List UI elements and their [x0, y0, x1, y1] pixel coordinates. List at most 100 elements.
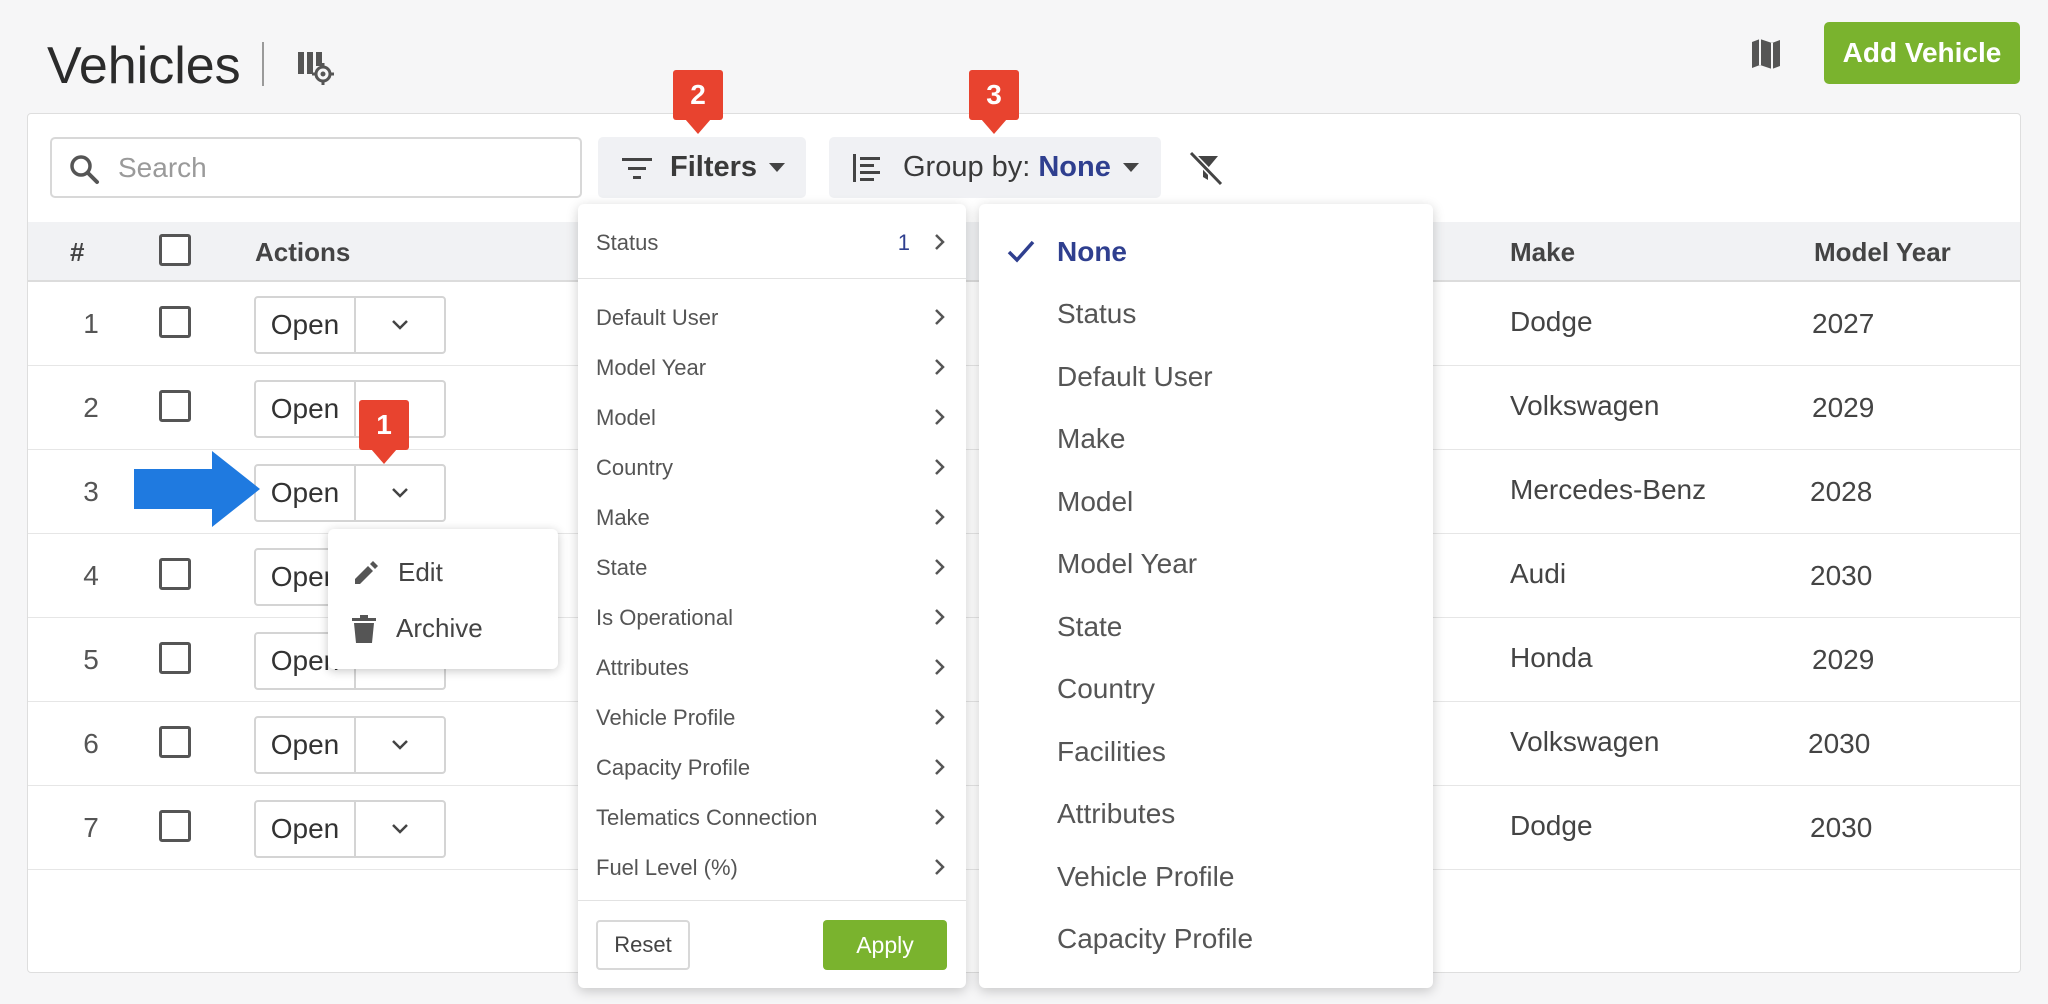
make-cell: Mercedes-Benz	[1510, 474, 1707, 505]
model-year-cell: 2030	[1810, 560, 1873, 591]
open-button[interactable]: Open	[256, 718, 356, 772]
group-option[interactable]: Attributes	[1057, 798, 1175, 830]
chevron-right-icon	[935, 609, 945, 625]
group-by-value: None	[1038, 151, 1111, 183]
chevron-down-icon	[392, 488, 408, 498]
chevron-right-icon	[935, 809, 945, 825]
make-cell: Honda	[1510, 642, 1593, 673]
chevron-right-icon	[935, 359, 945, 375]
row-actions-dropdown[interactable]	[356, 298, 444, 352]
page-title: Vehicles	[47, 37, 241, 95]
row-number: 6	[83, 728, 99, 759]
chevron-right-icon	[935, 234, 945, 250]
open-button[interactable]: Open	[256, 382, 356, 436]
row-checkbox[interactable]	[159, 726, 191, 758]
row-actions-group: Open	[254, 800, 446, 858]
menu-item-edit[interactable]: Edit	[352, 557, 443, 588]
menu-item-archive[interactable]: Archive	[352, 613, 483, 644]
row-checkbox[interactable]	[159, 642, 191, 674]
group-option[interactable]: Vehicle Profile	[1057, 861, 1234, 893]
filter-item[interactable]: Is Operational	[596, 598, 946, 638]
group-option[interactable]: State	[1057, 611, 1122, 643]
group-option[interactable]: Facilities	[1057, 736, 1166, 768]
group-option[interactable]: Status	[1057, 298, 1136, 330]
search-box[interactable]	[50, 137, 582, 198]
filter-item[interactable]: Vehicle Profile	[596, 698, 946, 738]
filter-item[interactable]: Country	[596, 448, 946, 488]
group-option[interactable]: Default User	[1057, 361, 1213, 393]
group-option[interactable]: Model Year	[1057, 548, 1197, 580]
select-all-checkbox[interactable]	[159, 234, 191, 266]
chevron-right-icon	[935, 709, 945, 725]
filter-count-badge: 1	[897, 230, 910, 255]
open-button[interactable]: Open	[256, 802, 356, 856]
filter-item[interactable]: Model Year	[596, 348, 946, 388]
row-checkbox[interactable]	[159, 306, 191, 338]
filter-item[interactable]: Capacity Profile	[596, 748, 946, 788]
filter-item[interactable]: Model	[596, 398, 946, 438]
group-by-button[interactable]: Group by: None	[829, 137, 1161, 198]
model-year-cell: 2028	[1810, 476, 1873, 507]
add-vehicle-button[interactable]: Add Vehicle	[1824, 22, 2020, 84]
filter-item-label: Country	[596, 455, 674, 480]
column-header-number: #	[70, 237, 85, 267]
filter-item[interactable]: Fuel Level (%)	[596, 848, 946, 888]
row-actions-group: Open	[254, 464, 446, 522]
chevron-right-icon	[935, 659, 945, 675]
filter-item[interactable]: Attributes	[596, 648, 946, 688]
filter-item[interactable]: Default User	[596, 298, 946, 338]
open-button[interactable]: Open	[256, 298, 356, 352]
filter-item-label: Model Year	[596, 355, 707, 380]
row-number: 1	[83, 308, 99, 339]
filter-item-label: Telematics Connection	[596, 805, 818, 830]
filter-item-label: State	[596, 555, 648, 580]
row-checkbox[interactable]	[159, 558, 191, 590]
callout-badge-1: 1	[359, 400, 409, 464]
search-input[interactable]	[118, 147, 558, 189]
filter-item[interactable]: Make	[596, 498, 946, 538]
row-actions-group: Open	[254, 296, 446, 354]
group-option[interactable]: Country	[1057, 673, 1155, 705]
filter-item-label: Is Operational	[596, 605, 733, 630]
row-checkbox[interactable]	[159, 810, 191, 842]
apply-button[interactable]: Apply	[823, 920, 947, 970]
group-option[interactable]: Capacity Profile	[1057, 923, 1253, 955]
make-cell: Dodge	[1510, 810, 1593, 841]
filter-item[interactable]: State	[596, 548, 946, 588]
chevron-down-icon	[392, 320, 408, 330]
filters-label: Filters	[670, 151, 758, 183]
group-list-icon	[853, 153, 880, 182]
column-settings-icon[interactable]	[296, 50, 334, 86]
make-cell: Volkswagen	[1510, 390, 1660, 421]
chevron-right-icon	[935, 409, 945, 425]
filter-item[interactable]: Telematics Connection	[596, 798, 946, 838]
group-option-none[interactable]: None	[1057, 236, 1127, 268]
row-actions-dropdown[interactable]	[356, 718, 444, 772]
filter-item-label: Vehicle Profile	[596, 705, 736, 730]
column-header-model-year[interactable]: Model Year	[1814, 237, 1951, 268]
row-checkbox[interactable]	[159, 390, 191, 422]
chevron-down-icon	[392, 740, 408, 750]
filter-item-label: Attributes	[596, 655, 689, 680]
make-cell: Audi	[1510, 558, 1567, 589]
row-number: 4	[83, 560, 99, 591]
search-icon	[70, 155, 99, 184]
chevron-right-icon	[935, 459, 945, 475]
row-actions-dropdown[interactable]	[356, 466, 444, 520]
pointer-arrow-icon	[134, 451, 260, 527]
reset-button[interactable]: Reset	[596, 920, 690, 970]
row-actions-dropdown[interactable]	[356, 802, 444, 856]
group-option[interactable]: Model	[1057, 486, 1133, 518]
map-icon[interactable]	[1748, 36, 1784, 72]
clear-filters-icon[interactable]	[1188, 150, 1224, 187]
filter-item-status[interactable]: Status 1	[596, 223, 946, 263]
chevron-right-icon	[935, 859, 945, 875]
edit-label: Edit	[398, 557, 443, 587]
group-option[interactable]: Make	[1057, 423, 1125, 455]
column-header-make[interactable]: Make	[1510, 237, 1575, 268]
open-button[interactable]: Open	[256, 466, 356, 520]
row-number: 2	[83, 392, 99, 423]
model-year-cell: 2030	[1810, 812, 1873, 843]
filters-button[interactable]: Filters	[598, 137, 806, 198]
filter-item-label: Fuel Level (%)	[596, 855, 738, 880]
